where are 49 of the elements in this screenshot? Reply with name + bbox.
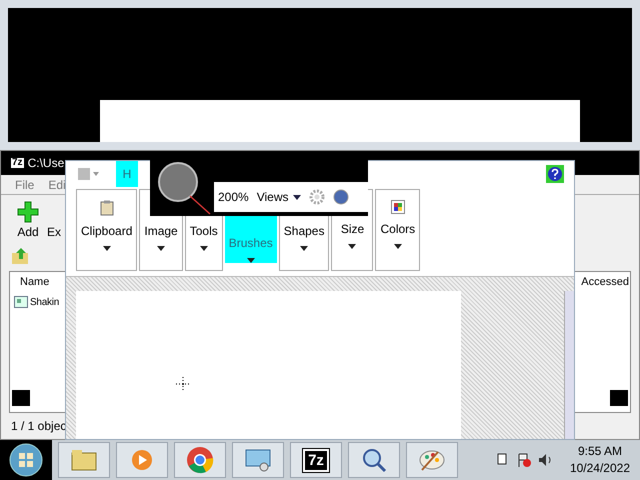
taskbar-button[interactable]	[58, 442, 110, 478]
clock-date[interactable]: 10/24/2022	[570, 460, 630, 477]
network-icon	[244, 448, 272, 472]
app-logo: 7z	[11, 158, 24, 168]
ribbon-tab[interactable]: H	[116, 161, 138, 187]
settings-icon[interactable]	[308, 189, 324, 205]
plus-icon	[17, 201, 39, 223]
file-icon	[14, 296, 28, 308]
menu-icon[interactable]	[76, 166, 100, 182]
play-icon	[130, 448, 154, 472]
column-header[interactable]: Name	[20, 274, 50, 290]
magnifier-icon	[361, 447, 387, 473]
dropdown-arrow-icon	[300, 246, 308, 251]
palette-icon	[390, 200, 405, 214]
ribbon-group-button[interactable]: Clipboard	[76, 189, 138, 271]
file-name[interactable]: Shakin	[30, 294, 60, 310]
dropdown-arrow-icon	[394, 244, 402, 249]
status-text: 1 / 1 objec	[11, 418, 66, 435]
window-title: C:\Use	[28, 155, 64, 172]
toolbar-button[interactable]: Add	[17, 201, 39, 241]
taskbar-button[interactable]	[232, 442, 284, 478]
start-button[interactable]	[0, 440, 52, 480]
crosshair-cursor-icon	[176, 377, 190, 391]
column-header[interactable]: Accessed	[581, 274, 629, 290]
dropdown-arrow-icon	[157, 246, 166, 251]
taskbar-button[interactable]	[174, 442, 226, 478]
scrollbar-corner	[610, 390, 628, 406]
dropdown-arrow-icon	[102, 246, 111, 251]
clock-time[interactable]: 9:55 AM	[578, 443, 622, 460]
taskbar-button[interactable]: 7z	[290, 442, 342, 478]
flag-error-icon[interactable]	[516, 452, 532, 468]
archive-app-icon: 7z	[303, 448, 329, 472]
folder-up-icon[interactable]	[11, 247, 31, 265]
palette-icon	[418, 448, 446, 472]
folder-icon	[71, 449, 97, 471]
windows-orb-icon	[9, 443, 43, 477]
clipboard-icon	[100, 200, 114, 216]
scrollbar-corner	[12, 390, 30, 406]
toolbar-button[interactable]: Ex	[47, 223, 62, 241]
menu-item[interactable]: File	[15, 176, 34, 194]
menu-item[interactable]: Edi	[48, 176, 66, 194]
taskbar-button[interactable]	[348, 442, 400, 478]
dropdown-arrow-icon	[292, 194, 300, 200]
dropdown-arrow-icon	[246, 258, 255, 263]
dropdown-arrow-icon	[348, 244, 356, 249]
taskbar-button[interactable]	[406, 442, 458, 478]
ribbon-group-button[interactable]: Colors	[375, 189, 420, 271]
dropdown-arrow-icon	[200, 246, 208, 251]
browser-icon	[186, 446, 214, 474]
